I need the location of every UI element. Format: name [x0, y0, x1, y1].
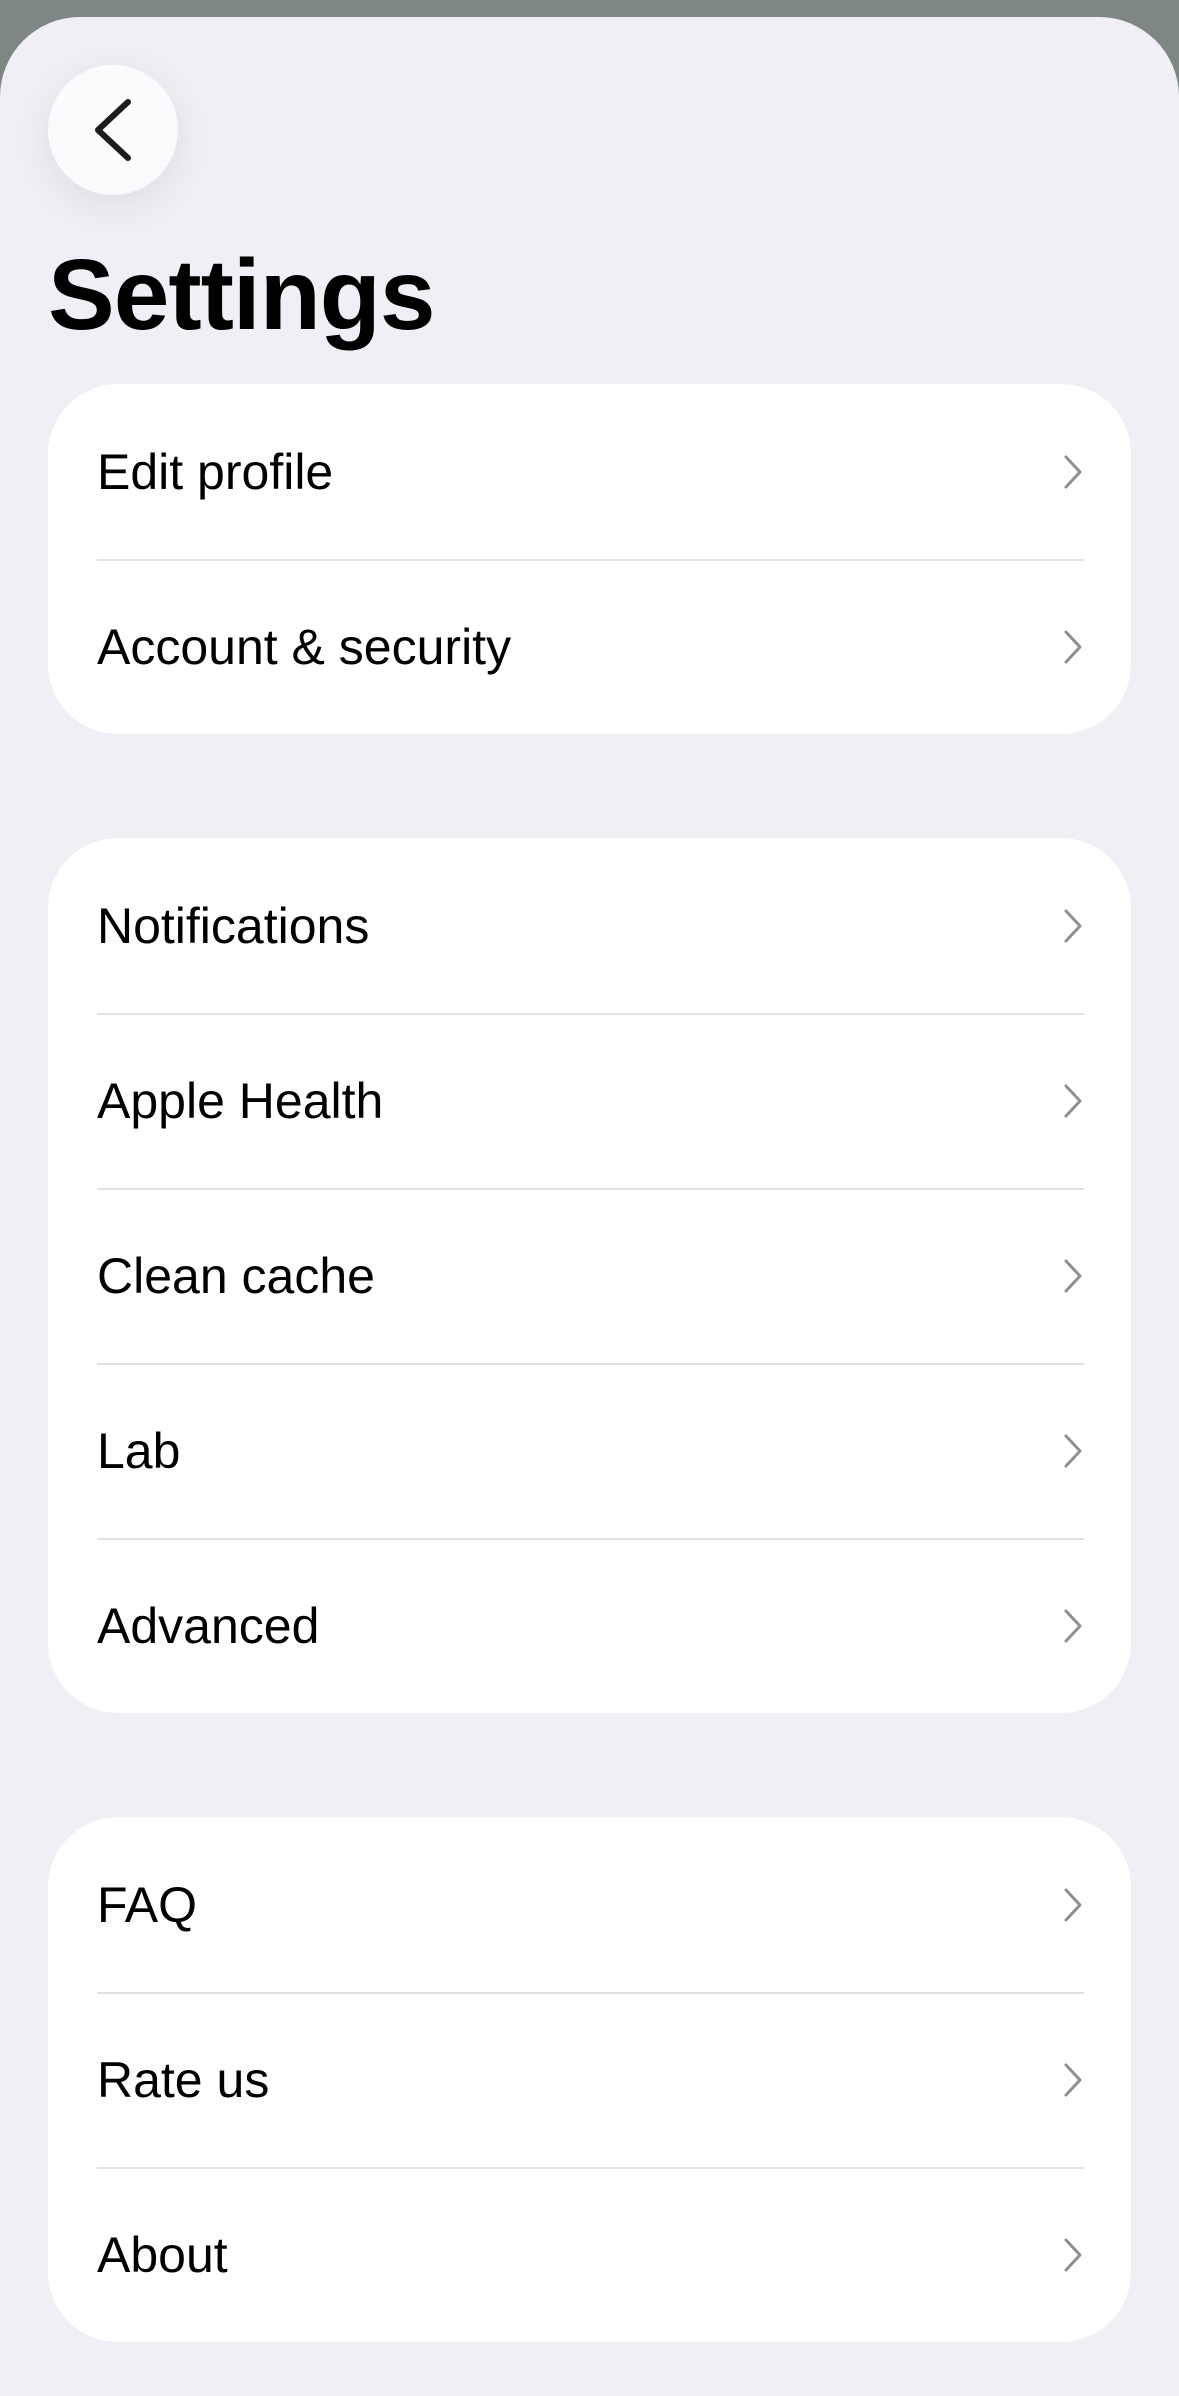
settings-row-account-security[interactable]: Account & security: [48, 559, 1131, 734]
settings-row-apple-health[interactable]: Apple Health: [48, 1013, 1131, 1188]
row-label: Notifications: [97, 897, 370, 954]
settings-row-faq[interactable]: FAQ: [48, 1817, 1131, 1992]
row-label: Rate us: [97, 2051, 270, 2108]
chevron-right-icon: [1064, 909, 1082, 942]
page-title: Settings: [48, 239, 435, 351]
chevron-right-icon: [1064, 1888, 1082, 1921]
settings-group-app: Notifications Apple Health Clean cache L…: [48, 838, 1131, 1713]
settings-sheet: Settings Edit profile Account & security…: [0, 17, 1179, 2396]
settings-group-profile: Edit profile Account & security: [48, 384, 1131, 734]
chevron-right-icon: [1064, 2063, 1082, 2096]
row-label: Apple Health: [97, 1072, 384, 1129]
row-label: Edit profile: [97, 443, 334, 500]
chevron-right-icon: [1064, 1609, 1082, 1642]
chevron-right-icon: [1064, 455, 1082, 488]
settings-row-notifications[interactable]: Notifications: [48, 838, 1131, 1013]
settings-row-rate-us[interactable]: Rate us: [48, 1992, 1131, 2167]
row-label: Advanced: [97, 1597, 320, 1654]
chevron-right-icon: [1064, 1259, 1082, 1292]
row-label: Lab: [97, 1422, 181, 1479]
settings-group-support: FAQ Rate us About: [48, 1817, 1131, 2342]
back-button[interactable]: [48, 65, 178, 195]
chevron-right-icon: [1064, 1434, 1082, 1467]
settings-row-edit-profile[interactable]: Edit profile: [48, 384, 1131, 559]
settings-row-clean-cache[interactable]: Clean cache: [48, 1188, 1131, 1363]
settings-row-lab[interactable]: Lab: [48, 1363, 1131, 1538]
settings-row-about[interactable]: About: [48, 2167, 1131, 2342]
chevron-left-icon: [95, 99, 131, 161]
chevron-right-icon: [1064, 2238, 1082, 2271]
settings-row-advanced[interactable]: Advanced: [48, 1538, 1131, 1713]
chevron-right-icon: [1064, 630, 1082, 663]
row-label: Account & security: [97, 618, 512, 675]
chevron-right-icon: [1064, 1084, 1082, 1117]
row-label: FAQ: [97, 1876, 198, 1933]
row-label: About: [97, 2226, 228, 2283]
row-label: Clean cache: [97, 1247, 375, 1304]
